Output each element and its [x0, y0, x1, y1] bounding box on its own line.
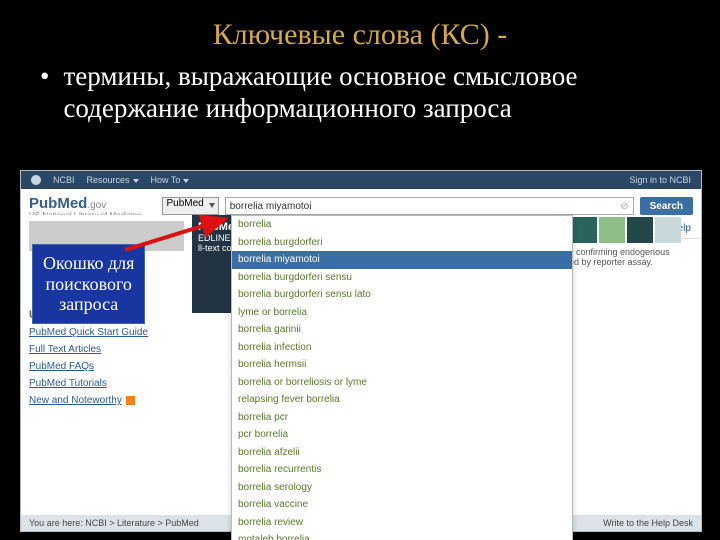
help-desk-link[interactable]: Write to the Help Desk	[603, 518, 693, 528]
sidebar-link[interactable]: New and Noteworthy	[29, 395, 184, 406]
callout-box: Окошко для поискового запроса	[32, 244, 145, 324]
ncbi-top-bar: NCBI Resources How To Sign in to NCBI	[21, 171, 701, 189]
arrow-annotation	[120, 215, 240, 255]
callout-line: Окошко для	[43, 253, 134, 274]
chevron-down-icon	[133, 179, 139, 183]
search-value: borrelia miyamotoi	[230, 201, 312, 212]
autocomplete-item[interactable]: borrelia garinii	[232, 321, 572, 339]
tile-icon	[571, 217, 597, 243]
sidebar-link[interactable]: PubMed FAQs	[29, 361, 184, 372]
autocomplete-item[interactable]: lyme or borrelia	[232, 304, 572, 322]
search-button[interactable]: Search	[640, 197, 693, 215]
autocomplete-item[interactable]: borrelia vaccine	[232, 496, 572, 514]
sidebar-link[interactable]: Full Text Articles	[29, 344, 184, 355]
autocomplete-item[interactable]: borrelia pcr	[232, 409, 572, 427]
autocomplete-item[interactable]: borrelia or borreliosis or lyme	[232, 374, 572, 392]
callout-line: запроса	[43, 294, 134, 315]
tile-icon	[627, 217, 653, 243]
autocomplete-item[interactable]: borrelia miyamotoi	[232, 251, 572, 269]
bullet-text: термины, выражающие основное смысловое с…	[63, 60, 680, 125]
callout-line: поискового	[43, 274, 134, 295]
database-value: PubMed	[167, 198, 204, 209]
sidebar-link[interactable]: PubMed Quick Start Guide	[29, 327, 184, 338]
autocomplete-item[interactable]: borrelia recurrentis	[232, 461, 572, 479]
autocomplete-item[interactable]: borrelia serology	[232, 479, 572, 497]
logo-gov: .gov	[87, 200, 106, 211]
search-input[interactable]: borrelia miyamotoi ⊘	[225, 197, 634, 215]
resources-menu[interactable]: Resources	[87, 175, 139, 185]
database-select[interactable]: PubMed	[162, 197, 219, 215]
slide-bullet: • термины, выражающие основное смысловое…	[0, 60, 720, 135]
tile-icon	[655, 217, 681, 243]
tile-icon	[599, 217, 625, 243]
ncbi-logo-icon	[31, 175, 41, 185]
signin-link[interactable]: Sign in to NCBI	[629, 175, 691, 185]
autocomplete-item[interactable]: borrelia burgdorferi sensu	[232, 269, 572, 287]
clear-icon[interactable]: ⊘	[620, 201, 628, 212]
autocomplete-item[interactable]: borrelia afzelii	[232, 444, 572, 462]
autocomplete-item[interactable]: pcr borrelia	[232, 426, 572, 444]
rss-icon	[126, 396, 135, 405]
autocomplete-item[interactable]: borrelia	[232, 216, 572, 234]
autocomplete-item[interactable]: borrelia burgdorferi	[232, 234, 572, 252]
autocomplete-item[interactable]: motaleb borrelia	[232, 531, 572, 540]
chevron-down-icon	[183, 179, 189, 183]
howto-menu[interactable]: How To	[151, 175, 190, 185]
logo-text: PubMed	[29, 195, 87, 212]
chevron-down-icon	[209, 203, 215, 208]
ncbi-brand: NCBI	[53, 175, 75, 185]
breadcrumb[interactable]: You are here: NCBI > Literature > PubMed	[29, 518, 199, 528]
autocomplete-item[interactable]: borrelia infection	[232, 339, 572, 357]
autocomplete-dropdown: borreliaborrelia burgdorferiborrelia miy…	[231, 215, 573, 540]
slide-title: Ключевые слова (КС) -	[0, 0, 720, 60]
bullet-dot: •	[40, 60, 49, 125]
autocomplete-item[interactable]: borrelia review	[232, 514, 572, 532]
autocomplete-item[interactable]: borrelia burgdorferi sensu lato	[232, 286, 572, 304]
autocomplete-item[interactable]: relapsing fever borrelia	[232, 391, 572, 409]
sidebar-link[interactable]: PubMed Tutorials	[29, 378, 184, 389]
autocomplete-item[interactable]: borrelia hermsii	[232, 356, 572, 374]
